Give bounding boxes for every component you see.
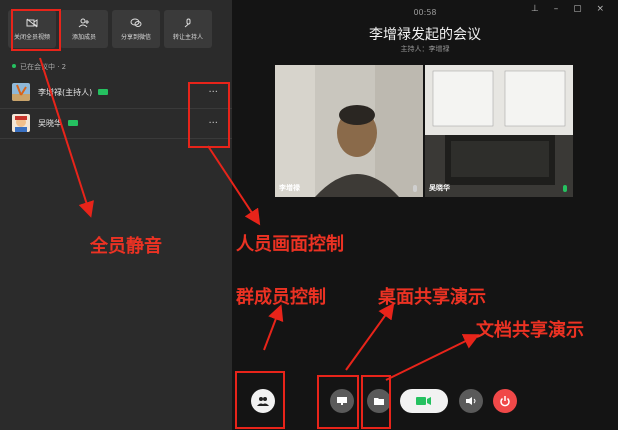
highlight-close-all-video <box>11 9 61 51</box>
annotation-mute-all: 全员静音 <box>90 236 162 257</box>
annotation-person-video: 人员画面控制 <box>236 234 344 255</box>
annotation-arrows <box>39 57 480 381</box>
annotation-desktop-share: 桌面共享演示 <box>378 287 486 308</box>
annotation-doc-share: 文档共享演示 <box>476 320 584 341</box>
highlight-file-share <box>361 375 391 429</box>
highlight-screen-share <box>317 375 359 429</box>
highlight-member-options <box>188 82 230 148</box>
highlight-members-button <box>235 371 285 429</box>
annotation-group-member: 群成员控制 <box>236 287 326 308</box>
